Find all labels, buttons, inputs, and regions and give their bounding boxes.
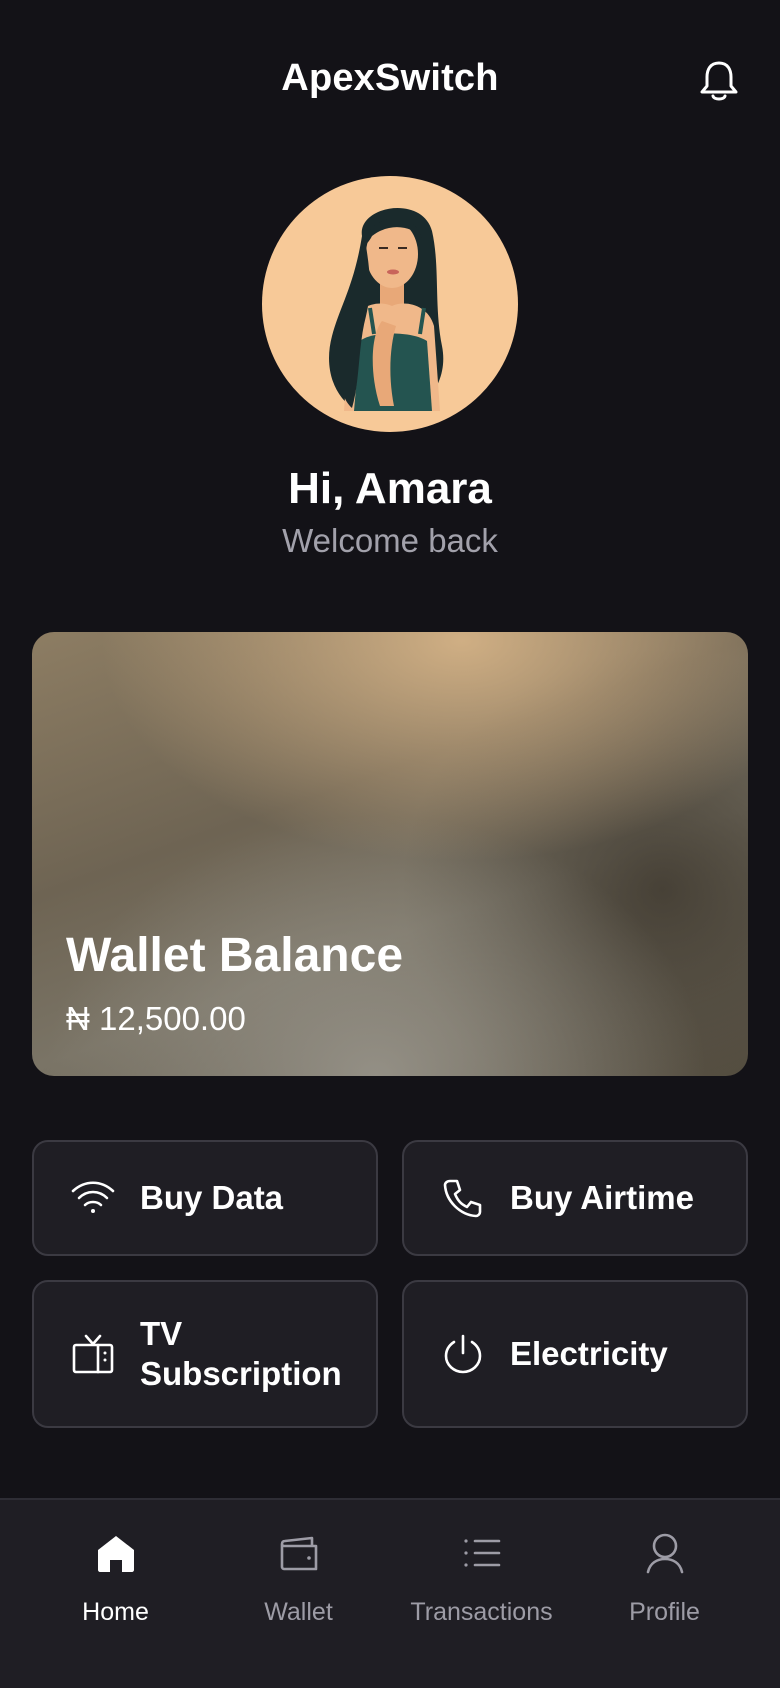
phone-icon <box>438 1173 488 1223</box>
avatar-illustration <box>329 207 444 411</box>
wallet-balance-label: Wallet Balance <box>66 929 404 982</box>
electricity-button[interactable]: Electricity <box>402 1280 748 1428</box>
home-icon <box>93 1530 139 1576</box>
nav-transactions[interactable]: Transactions <box>390 1500 573 1688</box>
nav-transactions-label: Transactions <box>410 1598 553 1626</box>
greeting: Hi, Amara <box>288 464 492 513</box>
electricity-label: Electricity <box>510 1335 668 1372</box>
user-icon <box>642 1530 688 1576</box>
wifi-icon <box>68 1173 118 1223</box>
wallet-icon <box>276 1530 322 1576</box>
nav-wallet-label: Wallet <box>264 1598 333 1626</box>
buy-airtime-button[interactable]: Buy Airtime <box>402 1140 748 1256</box>
tv-subscription-button[interactable]: TV Subscription <box>32 1280 378 1428</box>
nav-profile-label: Profile <box>629 1598 700 1626</box>
buy-data-button[interactable]: Buy Data <box>32 1140 378 1256</box>
bottom-nav: Home Wallet Transactions Profile <box>0 1498 780 1688</box>
tv-subscription-label: TV Subscription <box>140 1315 342 1392</box>
nav-home-label: Home <box>82 1598 149 1626</box>
app-title: ApexSwitch <box>281 56 499 99</box>
wallet-balance-amount: ₦ 12,500.00 <box>66 1000 246 1037</box>
header: ApexSwitch <box>0 40 780 116</box>
list-icon <box>459 1530 505 1576</box>
nav-wallet[interactable]: Wallet <box>207 1500 390 1688</box>
bell-icon[interactable] <box>694 56 744 106</box>
app-screen: ApexSwitch Hi, Amara Welcome back Wallet… <box>0 0 780 1688</box>
welcome-text: Welcome back <box>282 522 498 559</box>
wallet-balance-card[interactable]: Wallet Balance ₦ 12,500.00 <box>32 632 748 1076</box>
buy-data-label: Buy Data <box>140 1179 284 1216</box>
tv-icon <box>68 1329 118 1379</box>
buy-airtime-label: Buy Airtime <box>510 1179 694 1216</box>
nav-profile[interactable]: Profile <box>573 1500 756 1688</box>
nav-home[interactable]: Home <box>24 1500 207 1688</box>
power-icon <box>438 1329 488 1379</box>
avatar[interactable] <box>262 176 518 432</box>
